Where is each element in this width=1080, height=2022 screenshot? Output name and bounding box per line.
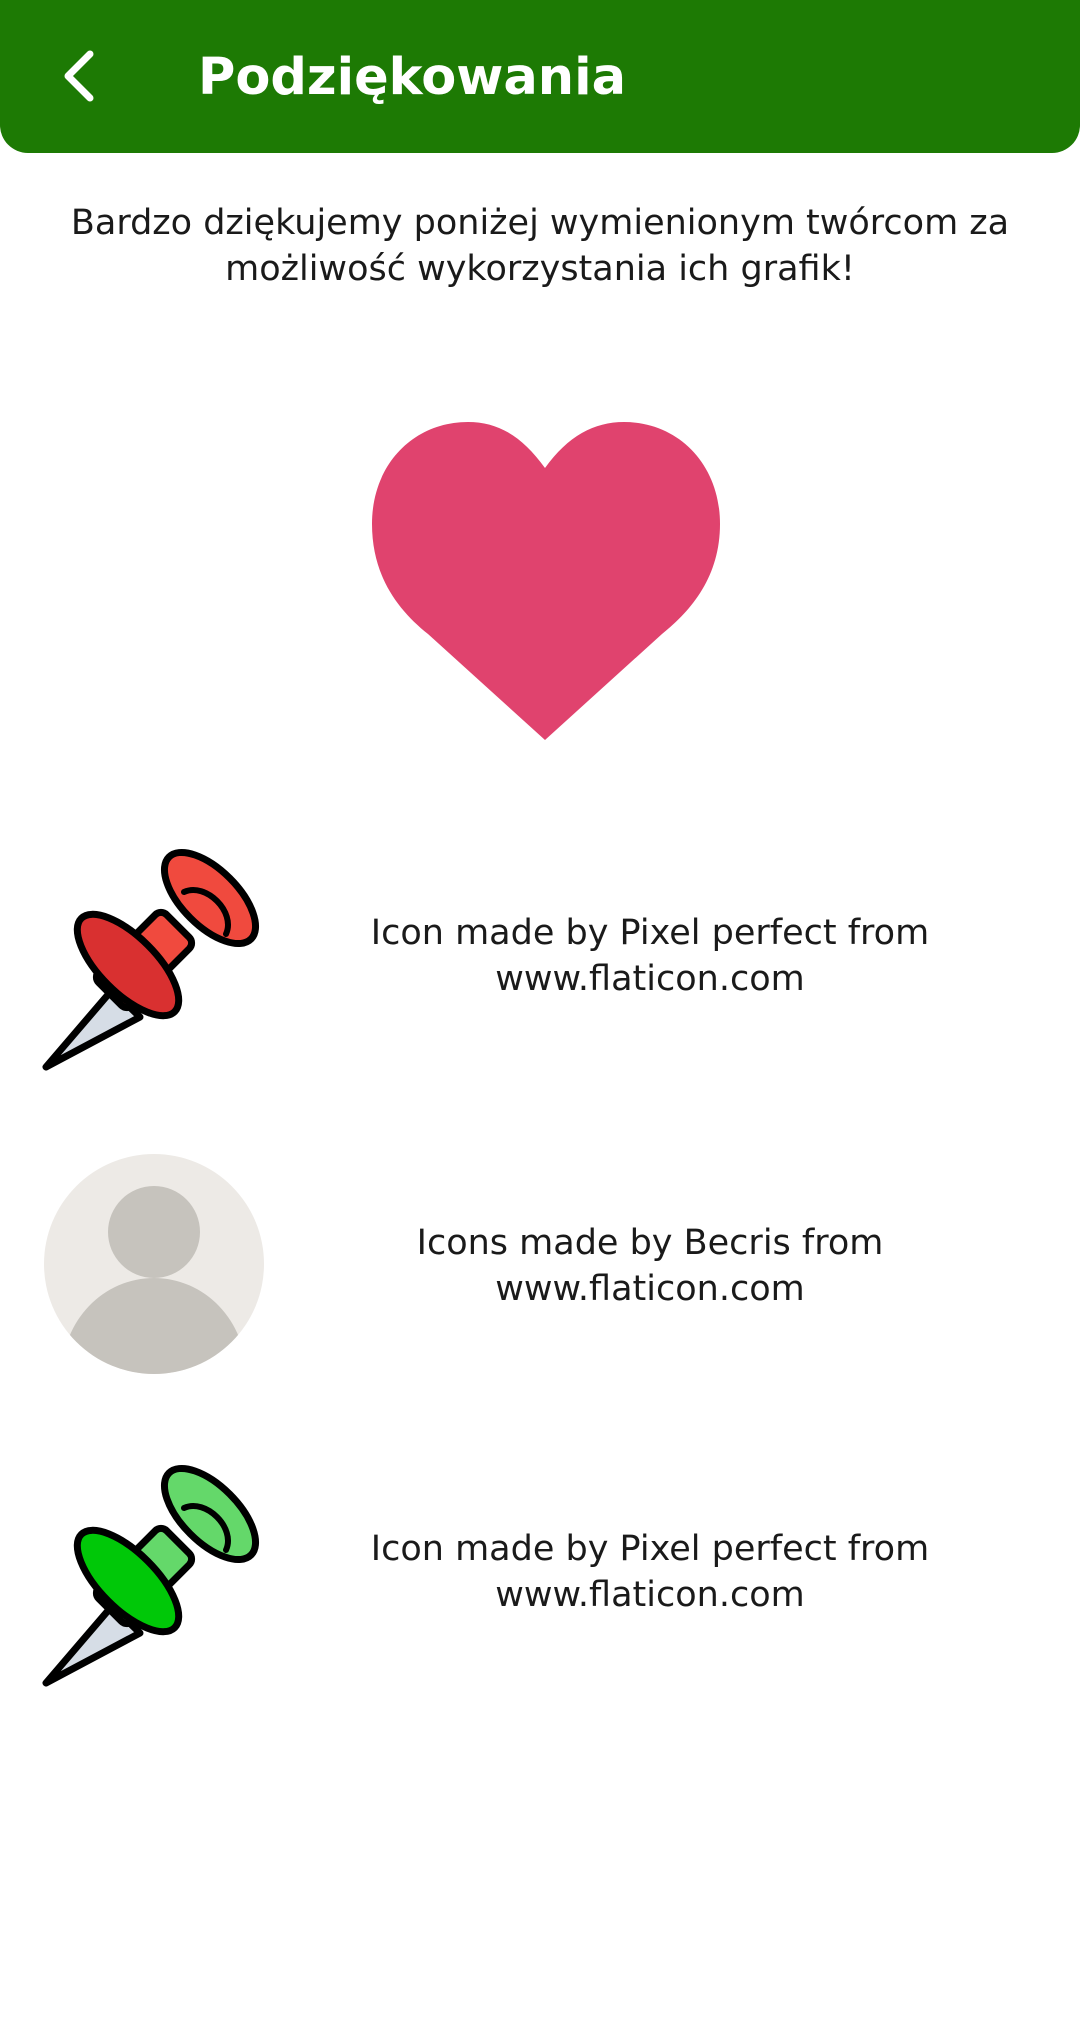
credit-line-author: Icon made by Pixel perfect from <box>370 913 930 953</box>
credit-line-source: www.flaticon.com <box>495 1575 805 1615</box>
credit-item: Icon made by Pixel perfect from www.flat… <box>0 1458 1080 1698</box>
credit-text: Icons made by Becris from www.flaticon.c… <box>340 1220 960 1312</box>
arrow-left-icon <box>64 50 94 102</box>
credit-text: Icon made by Pixel perfect from www.flat… <box>340 910 960 1002</box>
credit-item: Icon made by Pixel perfect from www.flat… <box>0 842 1080 1082</box>
app-bar: Podziękowania <box>0 0 1080 153</box>
credit-line-source: www.flaticon.com <box>495 1269 805 1309</box>
intro-text: Bardzo dziękujemy poniżej wymienionym tw… <box>70 203 1010 289</box>
back-button[interactable] <box>40 36 120 116</box>
credit-line-author: Icons made by Becris from <box>416 1223 884 1263</box>
red-pushpin-icon <box>42 848 260 1071</box>
user-avatar-icon <box>44 1154 264 1374</box>
green-pushpin-icon <box>42 1464 260 1687</box>
heart-icon <box>372 422 720 740</box>
credit-line-source: www.flaticon.com <box>495 959 805 999</box>
credit-text: Icon made by Pixel perfect from www.flat… <box>340 1526 960 1618</box>
credit-item: Icons made by Becris from www.flaticon.c… <box>0 1154 1080 1394</box>
page-title: Podziękowania <box>198 48 626 107</box>
credit-line-author: Icon made by Pixel perfect from <box>370 1529 930 1569</box>
